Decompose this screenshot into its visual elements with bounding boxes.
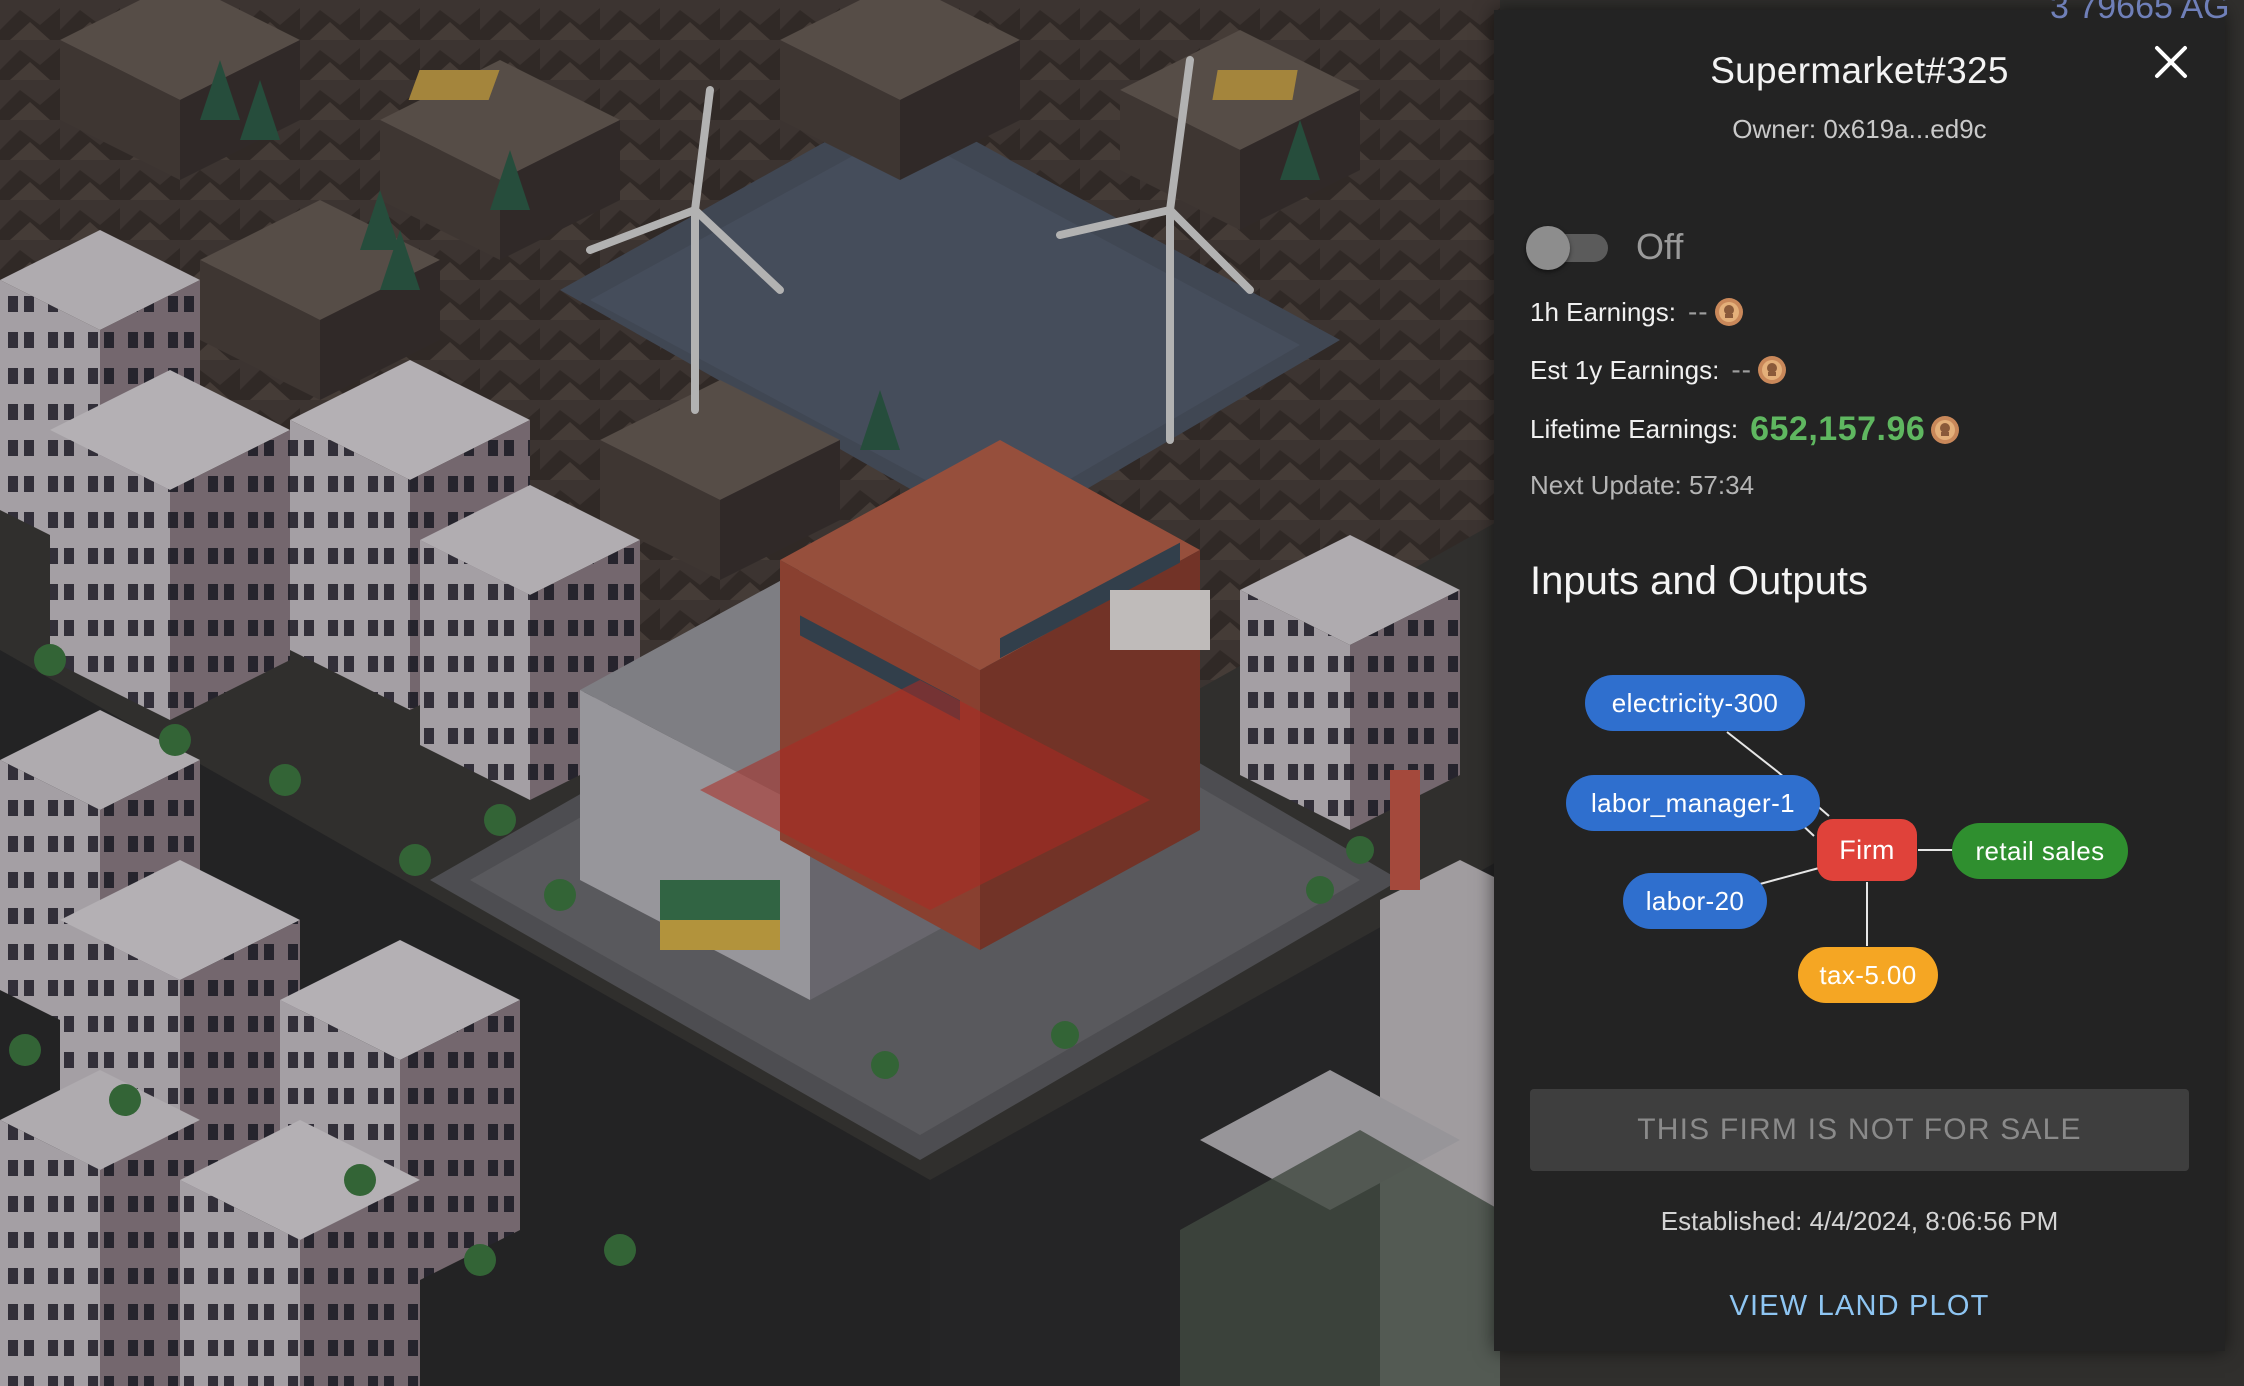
input-node-labor[interactable]: labor-20 xyxy=(1623,873,1767,929)
yearly-earnings-label: Est 1y Earnings: xyxy=(1530,354,1720,385)
output-node-retail-sales[interactable]: retail sales xyxy=(1952,823,2128,879)
firm-detail-panel: Supermarket#325 Owner: 0x619a...ed9c Off… xyxy=(1494,10,2225,1351)
firm-node[interactable]: Firm xyxy=(1817,819,1917,881)
not-for-sale-button[interactable]: THIS FIRM IS NOT FOR SALE xyxy=(1530,1089,2189,1171)
edge-electricity xyxy=(1726,731,1779,773)
lifetime-earnings-value: 652,157.96 xyxy=(1750,410,1926,448)
coin-icon xyxy=(1757,356,1786,384)
yearly-earnings-row: Est 1y Earnings: -- xyxy=(1530,354,1788,386)
operating-toggle[interactable] xyxy=(1526,222,1608,272)
next-update-timer: Next Update: 57:34 xyxy=(1530,470,1755,500)
input-node-labor-manager[interactable]: labor_manager-1 xyxy=(1566,775,1820,831)
firm-owner: Owner: 0x619a...ed9c xyxy=(1732,114,1987,144)
coin-icon xyxy=(1714,298,1743,326)
tax-node[interactable]: tax-5.00 xyxy=(1798,947,1938,1003)
established-date: Established: 4/4/2024, 8:06:56 PM xyxy=(1660,1206,2059,1236)
firm-title: Supermarket#325 xyxy=(1710,50,2009,91)
map-corner-label: 3 79665 AG xyxy=(2050,0,2230,26)
hourly-earnings-row: 1h Earnings: -- xyxy=(1530,296,1745,328)
lifetime-earnings-label: Lifetime Earnings: xyxy=(1530,414,1739,444)
coin-icon xyxy=(1931,415,1960,444)
hourly-earnings-label: 1h Earnings: xyxy=(1530,296,1676,327)
operating-toggle-row: Off xyxy=(1526,222,1683,272)
hourly-earnings-value: -- xyxy=(1687,296,1709,327)
edge-labor xyxy=(1759,867,1820,885)
lifetime-earnings-row: Lifetime Earnings: 652,157.96 xyxy=(1530,410,1961,449)
toggle-knob xyxy=(1526,226,1570,270)
input-node-electricity[interactable]: electricity-300 xyxy=(1585,675,1805,731)
view-land-plot-link[interactable]: VIEW LAND PLOT xyxy=(1494,1290,2225,1323)
io-flow-graph: electricity-300 labor_manager-1 labor-20… xyxy=(1494,650,2225,1020)
inputs-outputs-title: Inputs and Outputs xyxy=(1530,559,1869,603)
toggle-label: Off xyxy=(1636,226,1684,267)
yearly-earnings-value: -- xyxy=(1731,354,1752,385)
